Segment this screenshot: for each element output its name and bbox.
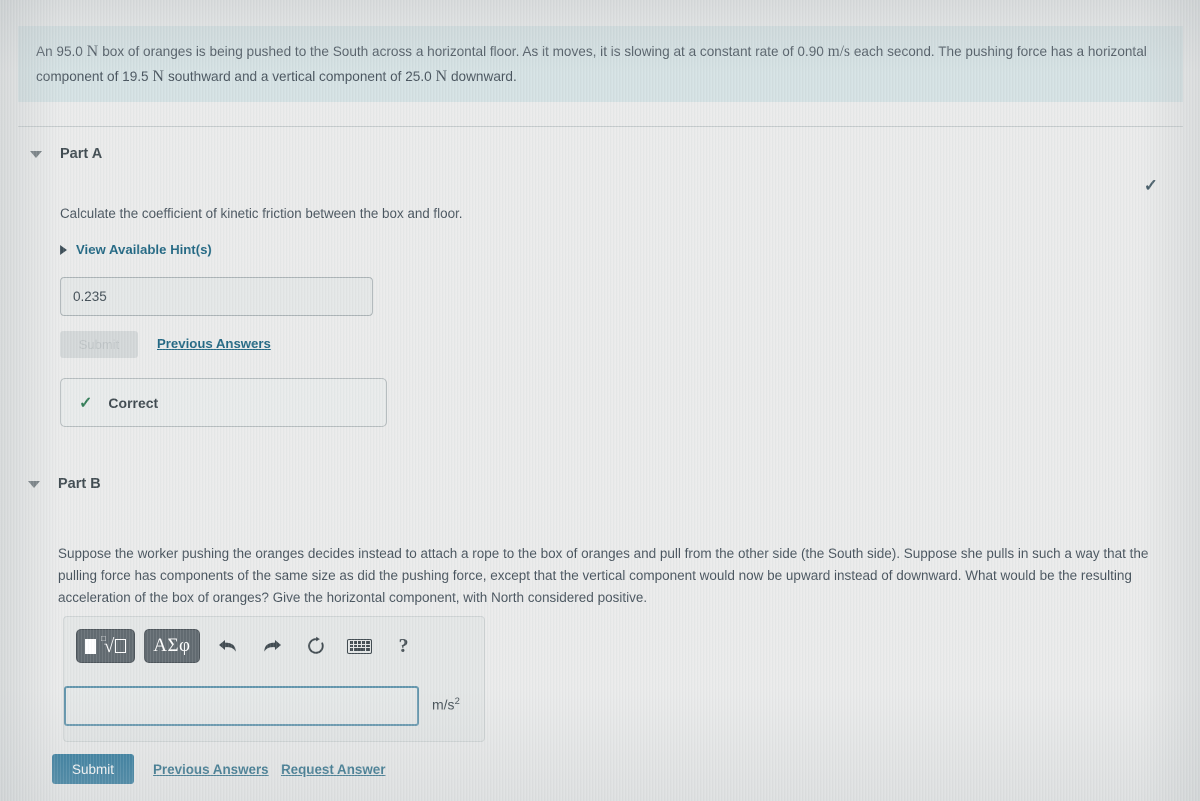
part-b-previous-answers-link[interactable]: Previous Answers	[153, 762, 269, 777]
problem-text-5: downward.	[451, 68, 517, 84]
hints-label: View Available Hint(s)	[76, 242, 212, 257]
chevron-down-icon[interactable]	[30, 150, 42, 158]
part-a-prompt: Calculate the coefficient of kinetic fri…	[60, 206, 463, 221]
section-divider	[18, 126, 1183, 127]
part-a-previous-answers-link[interactable]: Previous Answers	[157, 336, 271, 351]
part-a-feedback-box: ✓ Correct	[60, 378, 387, 427]
view-available-hints-link[interactable]: View Available Hint(s)	[60, 242, 212, 257]
keyboard-icon[interactable]	[341, 629, 379, 663]
part-b-request-answer-link[interactable]: Request Answer	[281, 762, 385, 777]
unit-newton-1: N	[86, 43, 99, 60]
undo-icon[interactable]	[209, 629, 247, 663]
part-a-submit-button[interactable]: Submit	[60, 331, 138, 358]
math-toolbar: □ √ ΑΣφ ?	[76, 627, 429, 665]
chevron-right-icon	[60, 244, 67, 255]
problem-page: An 95.0 N box of oranges is being pushed…	[0, 0, 1200, 801]
check-icon: ✓	[79, 394, 93, 412]
part-a-feedback-label: Correct	[108, 394, 159, 411]
part-b-submit-button[interactable]: Submit	[52, 754, 134, 784]
problem-text-2: box of oranges is being pushed to the So…	[102, 44, 824, 59]
keyboard-glyph	[347, 638, 373, 654]
greek-symbols-button[interactable]: ΑΣφ	[144, 629, 200, 663]
problem-statement: An 95.0 N box of oranges is being pushed…	[18, 26, 1183, 102]
square-placeholder-icon	[85, 638, 96, 654]
part-b-prompt: Suppose the worker pushing the oranges d…	[58, 546, 1149, 605]
part-b-units-label: m/s2	[432, 696, 460, 713]
reset-icon[interactable]	[297, 629, 335, 663]
greek-symbols-label: ΑΣφ	[153, 635, 191, 656]
units-exponent: 2	[454, 696, 460, 707]
problem-text-1: An 95.0	[36, 44, 83, 59]
problem-text-4: southward and a vertical component of 25…	[167, 68, 432, 84]
math-template-button[interactable]: □ √	[76, 629, 136, 663]
help-icon[interactable]: ?	[385, 629, 423, 663]
nth-root-icon: □ √	[99, 634, 127, 656]
unit-newton-3: N	[435, 67, 448, 85]
chevron-down-icon[interactable]	[28, 480, 40, 488]
part-b-answer-input[interactable]	[64, 686, 419, 726]
part-b-header[interactable]: Part B	[18, 476, 101, 492]
units-base: m/s	[432, 696, 455, 713]
redo-icon[interactable]	[253, 629, 291, 663]
part-b-title: Part B	[58, 476, 101, 492]
part-a-answer-input[interactable]	[60, 277, 373, 316]
part-a-header[interactable]: Part A	[20, 146, 102, 162]
unit-speed: m/s	[827, 43, 851, 60]
help-label: ?	[398, 634, 409, 657]
part-a-title: Part A	[60, 146, 103, 162]
unit-newton-2: N	[152, 67, 165, 85]
part-a-status-check-icon: ✓	[1143, 176, 1158, 195]
